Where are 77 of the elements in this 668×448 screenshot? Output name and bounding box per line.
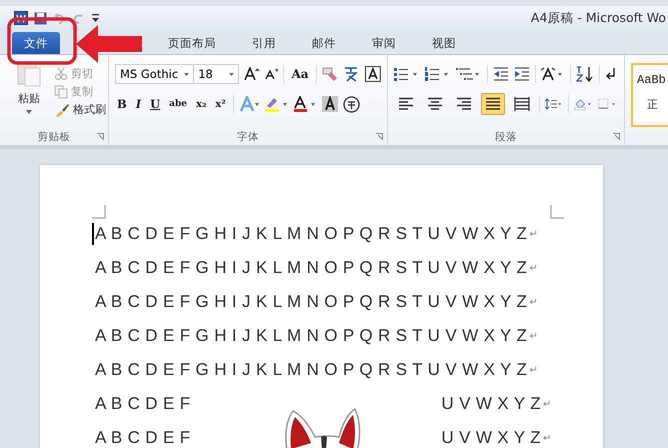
group-label: 剪贴板 — [38, 130, 70, 144]
font-name-field[interactable]: MS Gothic — [115, 64, 194, 84]
ribbon-tab[interactable]: 审阅 — [356, 32, 412, 54]
copy-icon — [54, 84, 68, 98]
grow-font-icon[interactable] — [244, 67, 260, 81]
character-border-icon[interactable] — [365, 66, 381, 82]
format-button[interactable]: abe — [167, 99, 190, 109]
ribbon-tab[interactable]: 视图 — [416, 32, 472, 54]
change-case-button[interactable]: Aa — [289, 67, 311, 81]
align-button[interactable] — [481, 93, 505, 115]
align-icon — [456, 97, 472, 111]
shrink-font-icon[interactable] — [264, 68, 278, 80]
ribbon-tab[interactable]: 邮件 — [296, 32, 352, 54]
ribbon-tab[interactable]: 页面布局 — [152, 32, 232, 54]
dialog-launcher-icon[interactable] — [97, 133, 104, 140]
font-size-field[interactable]: 18 — [193, 64, 239, 84]
paragraph-mark: ↵ — [529, 228, 538, 240]
text-line: A B C D E F — [95, 394, 191, 414]
character-shading-icon[interactable] — [322, 96, 338, 112]
paste-button[interactable]: 粘贴 — [0, 55, 52, 129]
dialog-launcher-icon[interactable] — [613, 133, 620, 140]
paragraph-mark: ↵ — [543, 432, 552, 444]
phonetic-guide-icon[interactable] — [342, 65, 360, 83]
clear-formatting-icon[interactable] — [322, 66, 338, 82]
paragraph-mark: ↵ — [529, 364, 538, 376]
highlighter-icon[interactable] — [264, 96, 288, 112]
paragraph-mark: ↵ — [529, 296, 538, 308]
font-color-icon[interactable] — [292, 96, 317, 112]
paintbrush-icon — [54, 102, 70, 116]
paragraph-mark: ↵ — [529, 330, 538, 342]
text-line: A B C D E F G H I J K L M N O P Q R S T U V W X Y Z — [95, 224, 528, 244]
text-line: A B C D E F G H I J K L M N O P Q R S T U V W X Y Z — [95, 360, 528, 380]
multilevel-list-icon[interactable] — [456, 67, 482, 81]
text-line: A B C D E F — [95, 428, 191, 448]
dialog-launcher-icon[interactable] — [376, 133, 383, 140]
redo-icon[interactable] — [73, 12, 85, 24]
paragraph-mark: ↵ — [543, 398, 552, 410]
style-gallery-item[interactable]: AaBb 正 — [631, 63, 668, 127]
increase-indent-icon[interactable] — [514, 67, 530, 81]
format-button[interactable]: x₂ — [194, 98, 208, 110]
paragraph-mark: ↵ — [529, 262, 538, 274]
caret-icon — [26, 110, 32, 114]
margin-corner-icon — [92, 205, 106, 219]
text-line: A B C D E F G H I J K L M N O P Q R S T U V W X Y Z — [95, 258, 528, 278]
caret-icon — [228, 72, 234, 76]
decrease-indent-icon[interactable] — [493, 67, 509, 81]
group-label: 字体 — [237, 130, 259, 144]
enclosed-character-icon[interactable] — [342, 96, 360, 112]
sort-icon[interactable] — [576, 66, 594, 82]
ribbon-tab[interactable]: 文件 — [12, 32, 60, 54]
margin-corner-icon — [550, 205, 564, 219]
align-icon — [427, 97, 443, 111]
bullets-icon[interactable] — [394, 67, 420, 81]
scissors-icon — [54, 66, 68, 80]
arrow-drawing — [76, 25, 142, 63]
customize-caret-icon[interactable] — [91, 12, 100, 24]
format-button[interactable]: x² — [213, 98, 228, 110]
paragraph-mark-icon[interactable] — [605, 67, 617, 81]
caret-icon — [184, 72, 190, 76]
window-title: A4原稿 - Microsoft Wo — [530, 10, 666, 26]
line-spacing-icon[interactable] — [544, 96, 563, 112]
text-line: U V W X Y Z — [441, 394, 541, 414]
format-button[interactable]: I — [134, 97, 144, 111]
align-icon — [485, 97, 501, 111]
align-icon — [514, 97, 530, 111]
group-label: 段落 — [495, 130, 517, 144]
numbering-icon[interactable] — [425, 67, 451, 81]
clipboard-command[interactable]: 格式刷 — [52, 101, 108, 118]
format-button[interactable]: B — [115, 97, 129, 111]
format-button[interactable]: U — [148, 97, 162, 111]
ribbon-tab[interactable]: 引用 — [236, 32, 292, 54]
align-icon — [398, 97, 414, 111]
highlight-frame — [7, 17, 77, 65]
text-line: A B C D E F G H I J K L M N O P Q R S T U V W X Y Z — [95, 326, 528, 346]
text-line: A B C D E F G H I J K L M N O P Q R S T U V W X Y Z — [95, 292, 528, 312]
asian-layout-icon[interactable] — [541, 67, 565, 81]
text-line: U V W X Y Z — [441, 428, 541, 448]
